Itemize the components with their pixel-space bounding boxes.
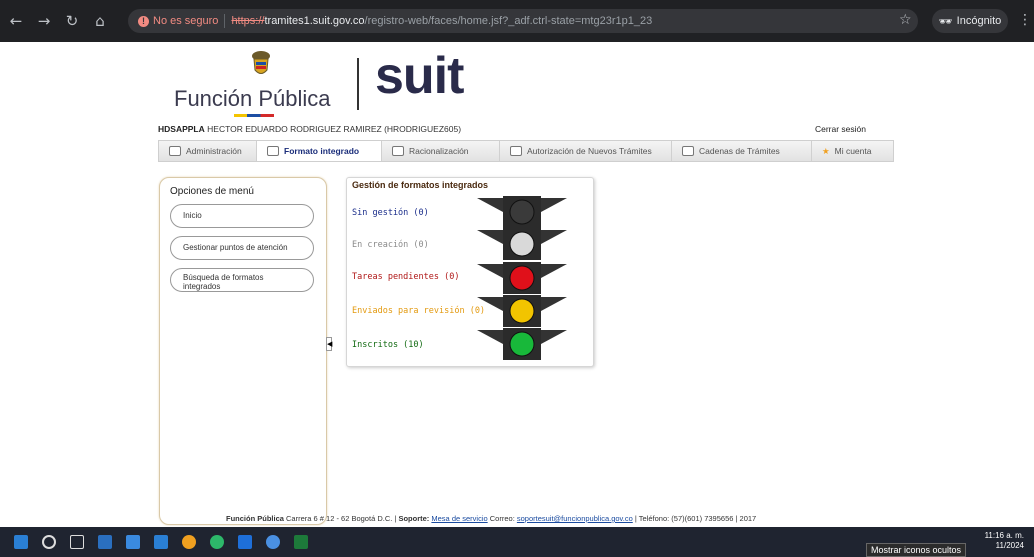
home-icon[interactable]: ⌂ [88,12,112,30]
user-bar: HDSAPPLA HECTOR EDUARDO RODRIGUEZ RAMIRE… [158,124,894,140]
logo-divider [357,58,359,110]
browser-toolbar: ← → ↻ ⌂ ! No es seguro https:// tramites… [0,0,1034,42]
menu-kebab-icon[interactable]: ⋮ [1018,12,1032,28]
tab-label: Mi cuenta [834,146,872,156]
tray-tooltip: Mostrar iconos ocultos [866,543,967,557]
chrome-icon[interactable] [182,535,196,549]
support-link[interactable]: Mesa de servicio [431,514,487,523]
gestion-title: Gestión de formatos integrados [352,180,489,190]
form-icon [267,146,279,156]
back-icon[interactable]: ← [4,12,28,30]
footer-email-label: Correo: [489,514,515,523]
warning-icon: ! [138,15,149,27]
footer-address: Carrera 6 # 12 - 62 Bogotá D.C. | [286,514,397,523]
traffic-light-dark-icon [477,196,567,228]
tab-label: Racionalización [409,146,469,156]
tab-label: Formato integrado [284,146,360,156]
incognito-icon: 🕶 [938,15,953,28]
footer-phone: | Teléfono: (57)(601) 7395656 | 2017 [634,514,757,523]
traffic-light-yellow-icon [477,295,567,327]
logo-area: Función Pública suit [172,47,492,118]
url-path: /registro-web/faces/home.jsf?_adf.ctrl-s… [364,15,653,27]
start-icon[interactable] [14,535,28,549]
formatos-panel: Gestión de formatos integrados Sin gesti… [346,177,594,367]
collapse-panel-icon[interactable]: ◀ [326,337,332,351]
menu-title: Opciones de menú [170,186,254,197]
incognito-badge[interactable]: 🕶 Incógnito [932,9,1008,33]
tab-formato-integrado[interactable]: Formato integrado [257,141,382,161]
footer-org: Función Pública [226,514,284,523]
menu-item-inicio[interactable]: Inicio [170,204,314,228]
app-icon[interactable] [210,535,224,549]
task-view-icon[interactable] [70,535,84,549]
widgets-icon[interactable] [98,535,112,549]
admin-icon [169,146,181,156]
status-tareas-pendientes[interactable]: Tareas pendientes (0) [352,272,459,282]
menu-item-busqueda[interactable]: Búsqueda de formatos integrados [170,268,314,292]
chain-icon [682,146,694,156]
incognito-label: Incógnito [956,15,1002,27]
excel-icon[interactable] [294,535,308,549]
status-inscritos[interactable]: Inscritos (10) [352,340,424,350]
status-en-creacion[interactable]: En creación (0) [352,240,429,250]
clock-date: 11/2024 [995,541,1024,550]
mail-icon[interactable] [154,535,168,549]
page-footer: Función Pública Carrera 6 # 12 - 62 Bogo… [226,514,836,523]
search-icon[interactable] [42,535,56,549]
clock-time: 11:16 a. m. [984,531,1024,540]
email-link[interactable]: soportesuit@funcionpublica.gov.co [517,514,633,523]
tab-label: Cadenas de Trámites [699,146,780,156]
coat-of-arms-icon [252,51,270,74]
traffic-light-green-icon [477,328,567,360]
logout-link[interactable]: Cerrar sesión [815,124,866,134]
menu-panel: Opciones de menú Inicio Gestionar puntos… [159,177,327,525]
url-host: tramites1.suit.gov.co [264,15,365,27]
tab-administracion[interactable]: Administración [159,141,257,161]
reload-icon[interactable]: ↻ [60,12,84,30]
security-warning[interactable]: ! No es seguro [138,15,218,27]
store-icon[interactable] [126,535,140,549]
page-content: Función Pública suit HDSAPPLA HECTOR EDU… [0,42,1034,527]
traffic-light-red-icon [477,262,567,294]
divider [224,14,226,28]
tab-racionalizacion[interactable]: Racionalización [382,141,500,161]
edge-icon[interactable] [238,535,252,549]
tab-label: Autorización de Nuevos Trámites [527,146,652,156]
doc-icon [510,146,522,156]
user-code: HDSAPPLA [158,124,205,134]
user-name: HECTOR EDUARDO RODRIGUEZ RAMIREZ (HRODRI… [207,124,462,134]
status-sin-gestion[interactable]: Sin gestión (0) [352,208,429,218]
menu-item-puntos-atencion[interactable]: Gestionar puntos de atención [170,236,314,260]
bookmark-star-icon[interactable]: ☆ [899,12,912,28]
star-icon: ★ [822,145,830,156]
tab-cadenas[interactable]: Cadenas de Trámites [672,141,812,161]
flag-underline [234,114,274,117]
forward-icon[interactable]: → [32,12,56,30]
url-scheme: https:// [231,15,265,27]
traffic-light-white-icon [477,228,567,260]
status-enviados-revision[interactable]: Enviados para revisión (0) [352,306,485,316]
browser-icon[interactable] [266,535,280,549]
address-bar[interactable]: ! No es seguro https:// tramites1.suit.g… [128,9,918,33]
tab-label: Administración [186,146,242,156]
main-tabs: Administración Formato integrado Raciona… [158,140,894,162]
brand-suit: suit [375,47,464,105]
edit-icon [392,146,404,156]
tab-autorizacion[interactable]: Autorización de Nuevos Trámites [500,141,672,161]
system-tray[interactable]: 11:16 a. m. 11/2024 [985,531,1024,551]
brand-funcion-publica: Función Pública [174,86,331,111]
footer-support-label: Soporte: [398,514,430,523]
security-label: No es seguro [153,15,219,27]
tab-mi-cuenta[interactable]: ★ Mi cuenta [812,141,893,161]
